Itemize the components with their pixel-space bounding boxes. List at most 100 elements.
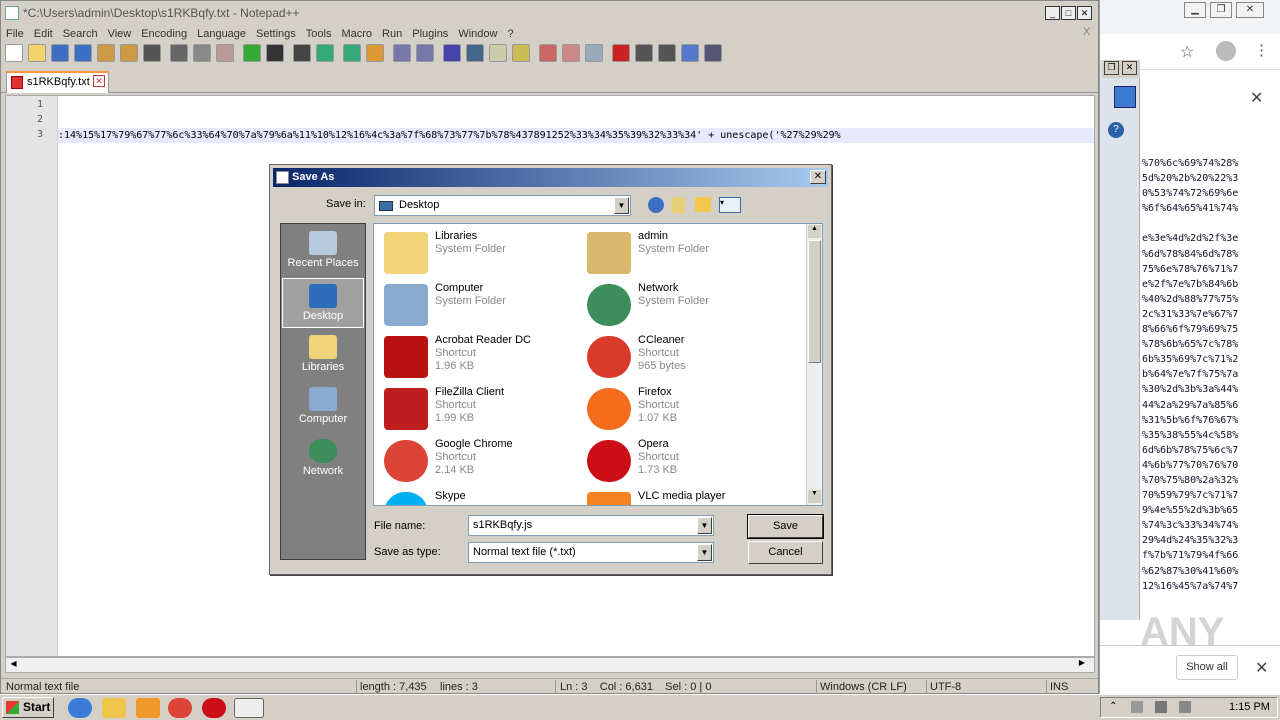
print-icon[interactable]	[143, 44, 161, 62]
function-list-icon[interactable]	[539, 44, 557, 62]
close-all-icon[interactable]	[120, 44, 138, 62]
cancel-button[interactable]: Cancel	[748, 541, 823, 564]
chevron-down-icon[interactable]: ▼	[697, 517, 712, 534]
cut-icon[interactable]	[170, 44, 188, 62]
menu-item[interactable]: Language	[192, 25, 251, 43]
file-item-acrobat[interactable]: Acrobat Reader DC Shortcut 1.96 KB	[378, 332, 578, 382]
file-item-skype[interactable]: Skype	[378, 488, 578, 505]
file-list-scrollbar[interactable]: ▲ ▼	[806, 224, 822, 505]
record-macro-icon[interactable]	[612, 44, 630, 62]
zoom-in-icon[interactable]	[343, 44, 361, 62]
close-icon[interactable]	[97, 44, 115, 62]
view-menu-icon[interactable]: ▾	[719, 197, 741, 213]
menu-item[interactable]: Macro	[336, 25, 377, 43]
doc-map-icon[interactable]	[512, 44, 530, 62]
file-item-opera[interactable]: Opera Shortcut 1.73 KB	[581, 436, 781, 486]
word-wrap-icon[interactable]	[443, 44, 461, 62]
save-icon[interactable]	[51, 44, 69, 62]
file-item-admin[interactable]: admin System Folder	[581, 228, 781, 278]
file-item-chrome[interactable]: Google Chrome Shortcut 2.14 KB	[378, 436, 578, 486]
play-macro-icon[interactable]	[658, 44, 676, 62]
help-icon[interactable]: ?	[1108, 122, 1124, 138]
file-item-libraries[interactable]: Libraries System Folder	[378, 228, 578, 278]
menu-item[interactable]: File	[1, 25, 29, 43]
search-icon[interactable]	[1114, 86, 1136, 108]
menu-item[interactable]: View	[103, 25, 137, 43]
bookmark-star-icon[interactable]: ☆	[1180, 42, 1194, 62]
start-button[interactable]: Start	[2, 697, 54, 718]
restore-icon[interactable]: ❐	[1104, 61, 1119, 75]
menu-item[interactable]: Settings	[251, 25, 301, 43]
monitor-icon[interactable]	[585, 44, 603, 62]
undo-icon[interactable]	[243, 44, 261, 62]
show-all-chars-icon[interactable]	[466, 44, 484, 62]
menu-item[interactable]: Tools	[301, 25, 337, 43]
chrome-icon[interactable]	[168, 698, 192, 718]
menu-item[interactable]: Edit	[29, 25, 58, 43]
close-icon[interactable]: ✕	[1122, 61, 1137, 75]
chevron-down-icon[interactable]: ▼	[697, 544, 712, 561]
save-type-dropdown[interactable]: Normal text file (*.txt) ▼	[468, 542, 714, 563]
zoom-out-icon[interactable]	[366, 44, 384, 62]
replace-icon[interactable]	[316, 44, 334, 62]
media-player-icon[interactable]	[136, 698, 160, 718]
save-in-dropdown[interactable]: Desktop ▼	[374, 195, 631, 216]
flag-tray-icon[interactable]	[1179, 701, 1191, 713]
indent-guide-icon[interactable]	[489, 44, 507, 62]
save-macro-icon[interactable]	[704, 44, 722, 62]
sync-h-icon[interactable]	[416, 44, 434, 62]
place-libraries[interactable]: Libraries	[282, 330, 364, 380]
run-macro-icon[interactable]	[681, 44, 699, 62]
save-all-icon[interactable]	[74, 44, 92, 62]
close-panel-icon[interactable]: ✕	[1250, 88, 1263, 108]
tray-expand-icon[interactable]: ⌃	[1109, 701, 1117, 712]
back-icon[interactable]	[648, 197, 664, 213]
horizontal-scrollbar[interactable]: ◀ ▶	[5, 657, 1095, 673]
new-file-icon[interactable]	[5, 44, 23, 62]
ie-icon[interactable]	[68, 698, 92, 718]
maximize-icon[interactable]: ❐	[1210, 2, 1232, 18]
place-network[interactable]: Network	[282, 434, 364, 484]
close-download-bar-icon[interactable]: ✕	[1255, 658, 1268, 678]
new-folder-icon[interactable]	[695, 197, 711, 212]
up-folder-icon[interactable]	[671, 197, 685, 213]
menu-item[interactable]: Plugins	[407, 25, 453, 43]
file-item-vlc[interactable]: VLC media player	[581, 488, 781, 505]
copy-icon[interactable]	[193, 44, 211, 62]
menu-item[interactable]: ?	[502, 25, 518, 43]
tab-s1rkbqfy[interactable]: s1RKBqfy.txt ✕	[6, 71, 109, 93]
profile-avatar-icon[interactable]	[1216, 41, 1236, 61]
file-item-filezilla[interactable]: FileZilla Client Shortcut 1.99 KB	[378, 384, 578, 434]
sync-v-icon[interactable]	[393, 44, 411, 62]
tab-close-icon[interactable]: ✕	[93, 75, 105, 87]
dialog-close-icon[interactable]: ✕	[810, 170, 826, 184]
volume-tray-icon[interactable]	[1155, 701, 1167, 713]
minimize-icon[interactable]: _	[1045, 6, 1060, 20]
stop-macro-icon[interactable]	[635, 44, 653, 62]
explorer-icon[interactable]	[102, 698, 126, 718]
file-item-firefox[interactable]: Firefox Shortcut 1.07 KB	[581, 384, 781, 434]
menu-item[interactable]: Window	[453, 25, 502, 43]
scroll-up-icon[interactable]: ▲	[808, 225, 821, 238]
scroll-right-icon[interactable]: ▶	[1074, 658, 1090, 672]
file-item-network[interactable]: Network System Folder	[581, 280, 781, 330]
notepadpp-taskbar-icon[interactable]	[234, 698, 264, 718]
place-recent[interactable]: Recent Places	[282, 226, 364, 276]
find-icon[interactable]	[293, 44, 311, 62]
place-computer[interactable]: Computer	[282, 382, 364, 432]
close-icon[interactable]: ✕	[1236, 2, 1264, 18]
chevron-down-icon[interactable]: ▼	[614, 197, 629, 214]
opera-icon[interactable]	[202, 698, 226, 718]
paste-icon[interactable]	[216, 44, 234, 62]
minimize-icon[interactable]: ▁	[1184, 2, 1206, 18]
file-item-ccleaner[interactable]: CCleaner Shortcut 965 bytes	[581, 332, 781, 382]
scroll-down-icon[interactable]: ▼	[808, 490, 821, 503]
menu-item[interactable]: Encoding	[136, 25, 192, 43]
file-item-computer[interactable]: Computer System Folder	[378, 280, 578, 330]
menu-dots-icon[interactable]: ⋮	[1254, 41, 1269, 59]
scroll-thumb[interactable]	[808, 240, 821, 363]
maximize-icon[interactable]: □	[1061, 6, 1076, 20]
place-desktop[interactable]: Desktop	[282, 278, 364, 328]
show-all-button[interactable]: Show all	[1176, 655, 1238, 680]
menu-item[interactable]: Run	[377, 25, 407, 43]
